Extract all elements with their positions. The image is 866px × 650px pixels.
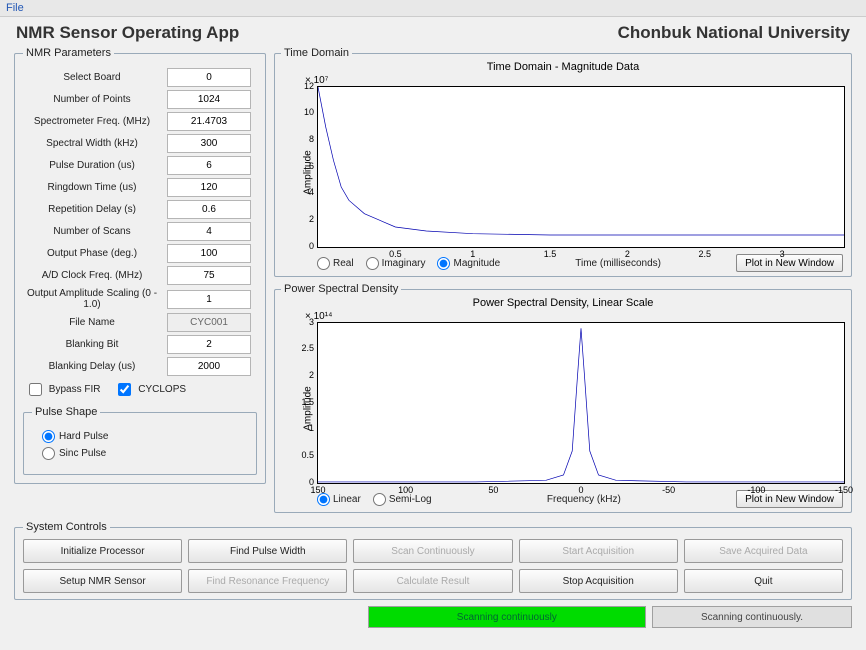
cyclops-checkbox[interactable]: CYCLOPS [118, 383, 186, 396]
param-label: Select Board [23, 72, 161, 83]
param-row: Blanking Delay (us) [23, 357, 257, 376]
param-label: Output Phase (deg.) [23, 248, 161, 259]
param-label: Number of Points [23, 94, 161, 105]
calculate-result-button[interactable]: Calculate Result [353, 569, 512, 593]
time-domain-plot: Amplitude 024681012 0.511.522.53 [317, 86, 845, 248]
param-label: Blanking Bit [23, 339, 161, 350]
param-label: Spectral Width (kHz) [23, 138, 161, 149]
param-input[interactable] [167, 68, 251, 87]
param-row: Select Board [23, 68, 257, 87]
menu-file[interactable]: File [6, 2, 24, 14]
param-row: Output Amplitude Scaling (0 - 1.0) [23, 288, 257, 310]
find-pulse-width-button[interactable]: Find Pulse Width [188, 539, 347, 563]
param-input[interactable] [167, 222, 251, 241]
param-row: Output Phase (deg.) [23, 244, 257, 263]
psd-panel: Power Spectral Density Power Spectral De… [274, 283, 852, 513]
param-row: Ringdown Time (us) [23, 178, 257, 197]
param-input[interactable] [167, 266, 251, 285]
param-label: Spectrometer Freq. (MHz) [23, 116, 161, 127]
time-domain-legend: Time Domain [281, 47, 352, 59]
param-row: Pulse Duration (us) [23, 156, 257, 175]
param-row: File Name [23, 313, 257, 332]
param-input[interactable] [167, 112, 251, 131]
param-input[interactable] [167, 156, 251, 175]
system-controls-legend: System Controls [23, 521, 110, 533]
psd-plot: Amplitude 00.511.522.53 150100500-50-100… [317, 322, 845, 484]
bypass-fir-checkbox[interactable]: Bypass FIR [29, 383, 100, 396]
param-label: Repetition Delay (s) [23, 204, 161, 215]
param-row: Number of Points [23, 90, 257, 109]
param-label: Ringdown Time (us) [23, 182, 161, 193]
param-row: Number of Scans [23, 222, 257, 241]
param-label: File Name [23, 317, 161, 328]
nmr-parameters-panel: NMR Parameters Select Board Number of Poi… [14, 47, 266, 484]
param-row: A/D Clock Freq. (MHz) [23, 266, 257, 285]
param-input[interactable] [167, 90, 251, 109]
title-bar: NMR Sensor Operating App Chonbuk Nationa… [0, 17, 866, 47]
param-input[interactable] [167, 290, 251, 309]
param-input [167, 313, 251, 332]
param-label: Output Amplitude Scaling (0 - 1.0) [23, 288, 161, 310]
time-domain-title: Time Domain - Magnitude Data [281, 61, 845, 73]
param-row: Repetition Delay (s) [23, 200, 257, 219]
param-input[interactable] [167, 200, 251, 219]
param-input[interactable] [167, 335, 251, 354]
param-row: Spectrometer Freq. (MHz) [23, 112, 257, 131]
menubar: File [0, 0, 866, 17]
find-resonance-frequency-button[interactable]: Find Resonance Frequency [188, 569, 347, 593]
param-label: Blanking Delay (us) [23, 361, 161, 372]
param-input[interactable] [167, 244, 251, 263]
start-acquisition-button[interactable]: Start Acquisition [519, 539, 678, 563]
system-controls-panel: System Controls Initialize Processor Fin… [14, 521, 852, 600]
app-title: NMR Sensor Operating App [16, 23, 239, 43]
param-input[interactable] [167, 357, 251, 376]
time-domain-panel: Time Domain Time Domain - Magnitude Data… [274, 47, 852, 277]
status-bar: Scanning continuously Scanning continuou… [14, 606, 852, 628]
psd-exponent: × 10¹⁴ [305, 311, 845, 322]
quit-button[interactable]: Quit [684, 569, 843, 593]
param-row: Spectral Width (kHz) [23, 134, 257, 153]
pulse-shape-legend: Pulse Shape [32, 406, 100, 418]
sinc-pulse-radio[interactable]: Sinc Pulse [42, 445, 238, 462]
initialize-processor-button[interactable]: Initialize Processor [23, 539, 182, 563]
time-domain-exponent: × 10⁷ [305, 75, 845, 86]
stop-acquisition-button[interactable]: Stop Acquisition [519, 569, 678, 593]
psd-legend: Power Spectral Density [281, 283, 401, 295]
hard-pulse-radio[interactable]: Hard Pulse [42, 428, 238, 445]
param-input[interactable] [167, 134, 251, 153]
nmr-parameters-legend: NMR Parameters [23, 47, 114, 59]
status-scanning-active: Scanning continuously [368, 606, 646, 628]
main-window: File NMR Sensor Operating App Chonbuk Na… [0, 0, 866, 650]
org-name: Chonbuk National University [618, 23, 850, 43]
param-row: Blanking Bit [23, 335, 257, 354]
save-acquired-data-button[interactable]: Save Acquired Data [684, 539, 843, 563]
scan-continuously-button[interactable]: Scan Continuously [353, 539, 512, 563]
param-input[interactable] [167, 178, 251, 197]
status-scanning-secondary: Scanning continuously. [652, 606, 852, 628]
param-label: A/D Clock Freq. (MHz) [23, 270, 161, 281]
param-label: Pulse Duration (us) [23, 160, 161, 171]
psd-title: Power Spectral Density, Linear Scale [281, 297, 845, 309]
param-label: Number of Scans [23, 226, 161, 237]
pulse-shape-panel: Pulse Shape Hard Pulse Sinc Pulse [23, 406, 257, 475]
setup-nmr-sensor-button[interactable]: Setup NMR Sensor [23, 569, 182, 593]
